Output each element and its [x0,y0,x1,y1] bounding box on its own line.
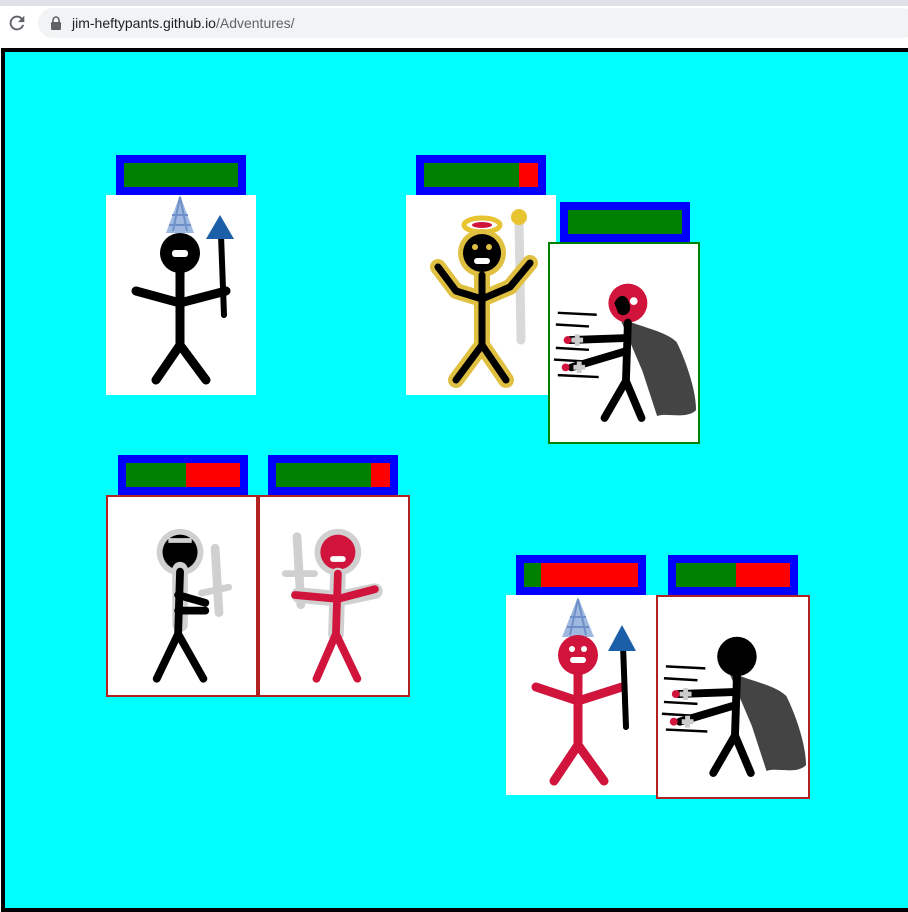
wizard-stickman-icon [531,597,636,786]
unit-card-player-cleric[interactable] [406,195,556,395]
unit-card-player-necromancer[interactable] [548,242,700,444]
health-fill [676,563,737,587]
health-bar-enemy-knight [268,455,398,495]
browser-toolbar: jim-heftypants.github.io/Adventures/ [0,6,908,42]
address-bar[interactable]: jim-heftypants.github.io/Adventures/ [38,8,908,38]
health-bar-player-necromancer [560,202,690,242]
health-bar-player-cleric [416,155,546,195]
health-fill [568,210,682,234]
cleric-stickman-icon [430,209,538,388]
health-fill [126,463,187,487]
health-bar-enemy-necromancer [668,555,798,595]
url-text[interactable]: jim-heftypants.github.io/Adventures/ [72,15,295,31]
reload-icon[interactable] [6,12,28,34]
health-bar-enemy-wizard [516,555,646,595]
necromancer-stickman-icon [553,283,697,422]
health-fill [524,563,542,587]
lock-icon[interactable] [50,16,62,30]
necromancer-stickman-icon [661,636,807,777]
knight-stickman-icon [281,528,383,683]
unit-card-enemy-necromancer[interactable] [656,595,810,799]
unit-card-player-wizard[interactable] [106,195,256,395]
health-bar-player-wizard [116,155,246,195]
health-fill [124,163,238,187]
health-fill [424,163,519,187]
unit-card-enemy-knight[interactable] [258,495,410,697]
wizard-stickman-icon [131,195,234,385]
unit-card-enemy-wizard[interactable] [506,595,656,795]
url-path: /Adventures/ [215,15,295,31]
health-fill [276,463,371,487]
url-host: jim-heftypants.github.io [72,15,216,31]
health-bar-player-knight [118,455,248,495]
knight-stickman-icon [152,528,233,683]
unit-card-player-knight[interactable] [106,495,258,697]
